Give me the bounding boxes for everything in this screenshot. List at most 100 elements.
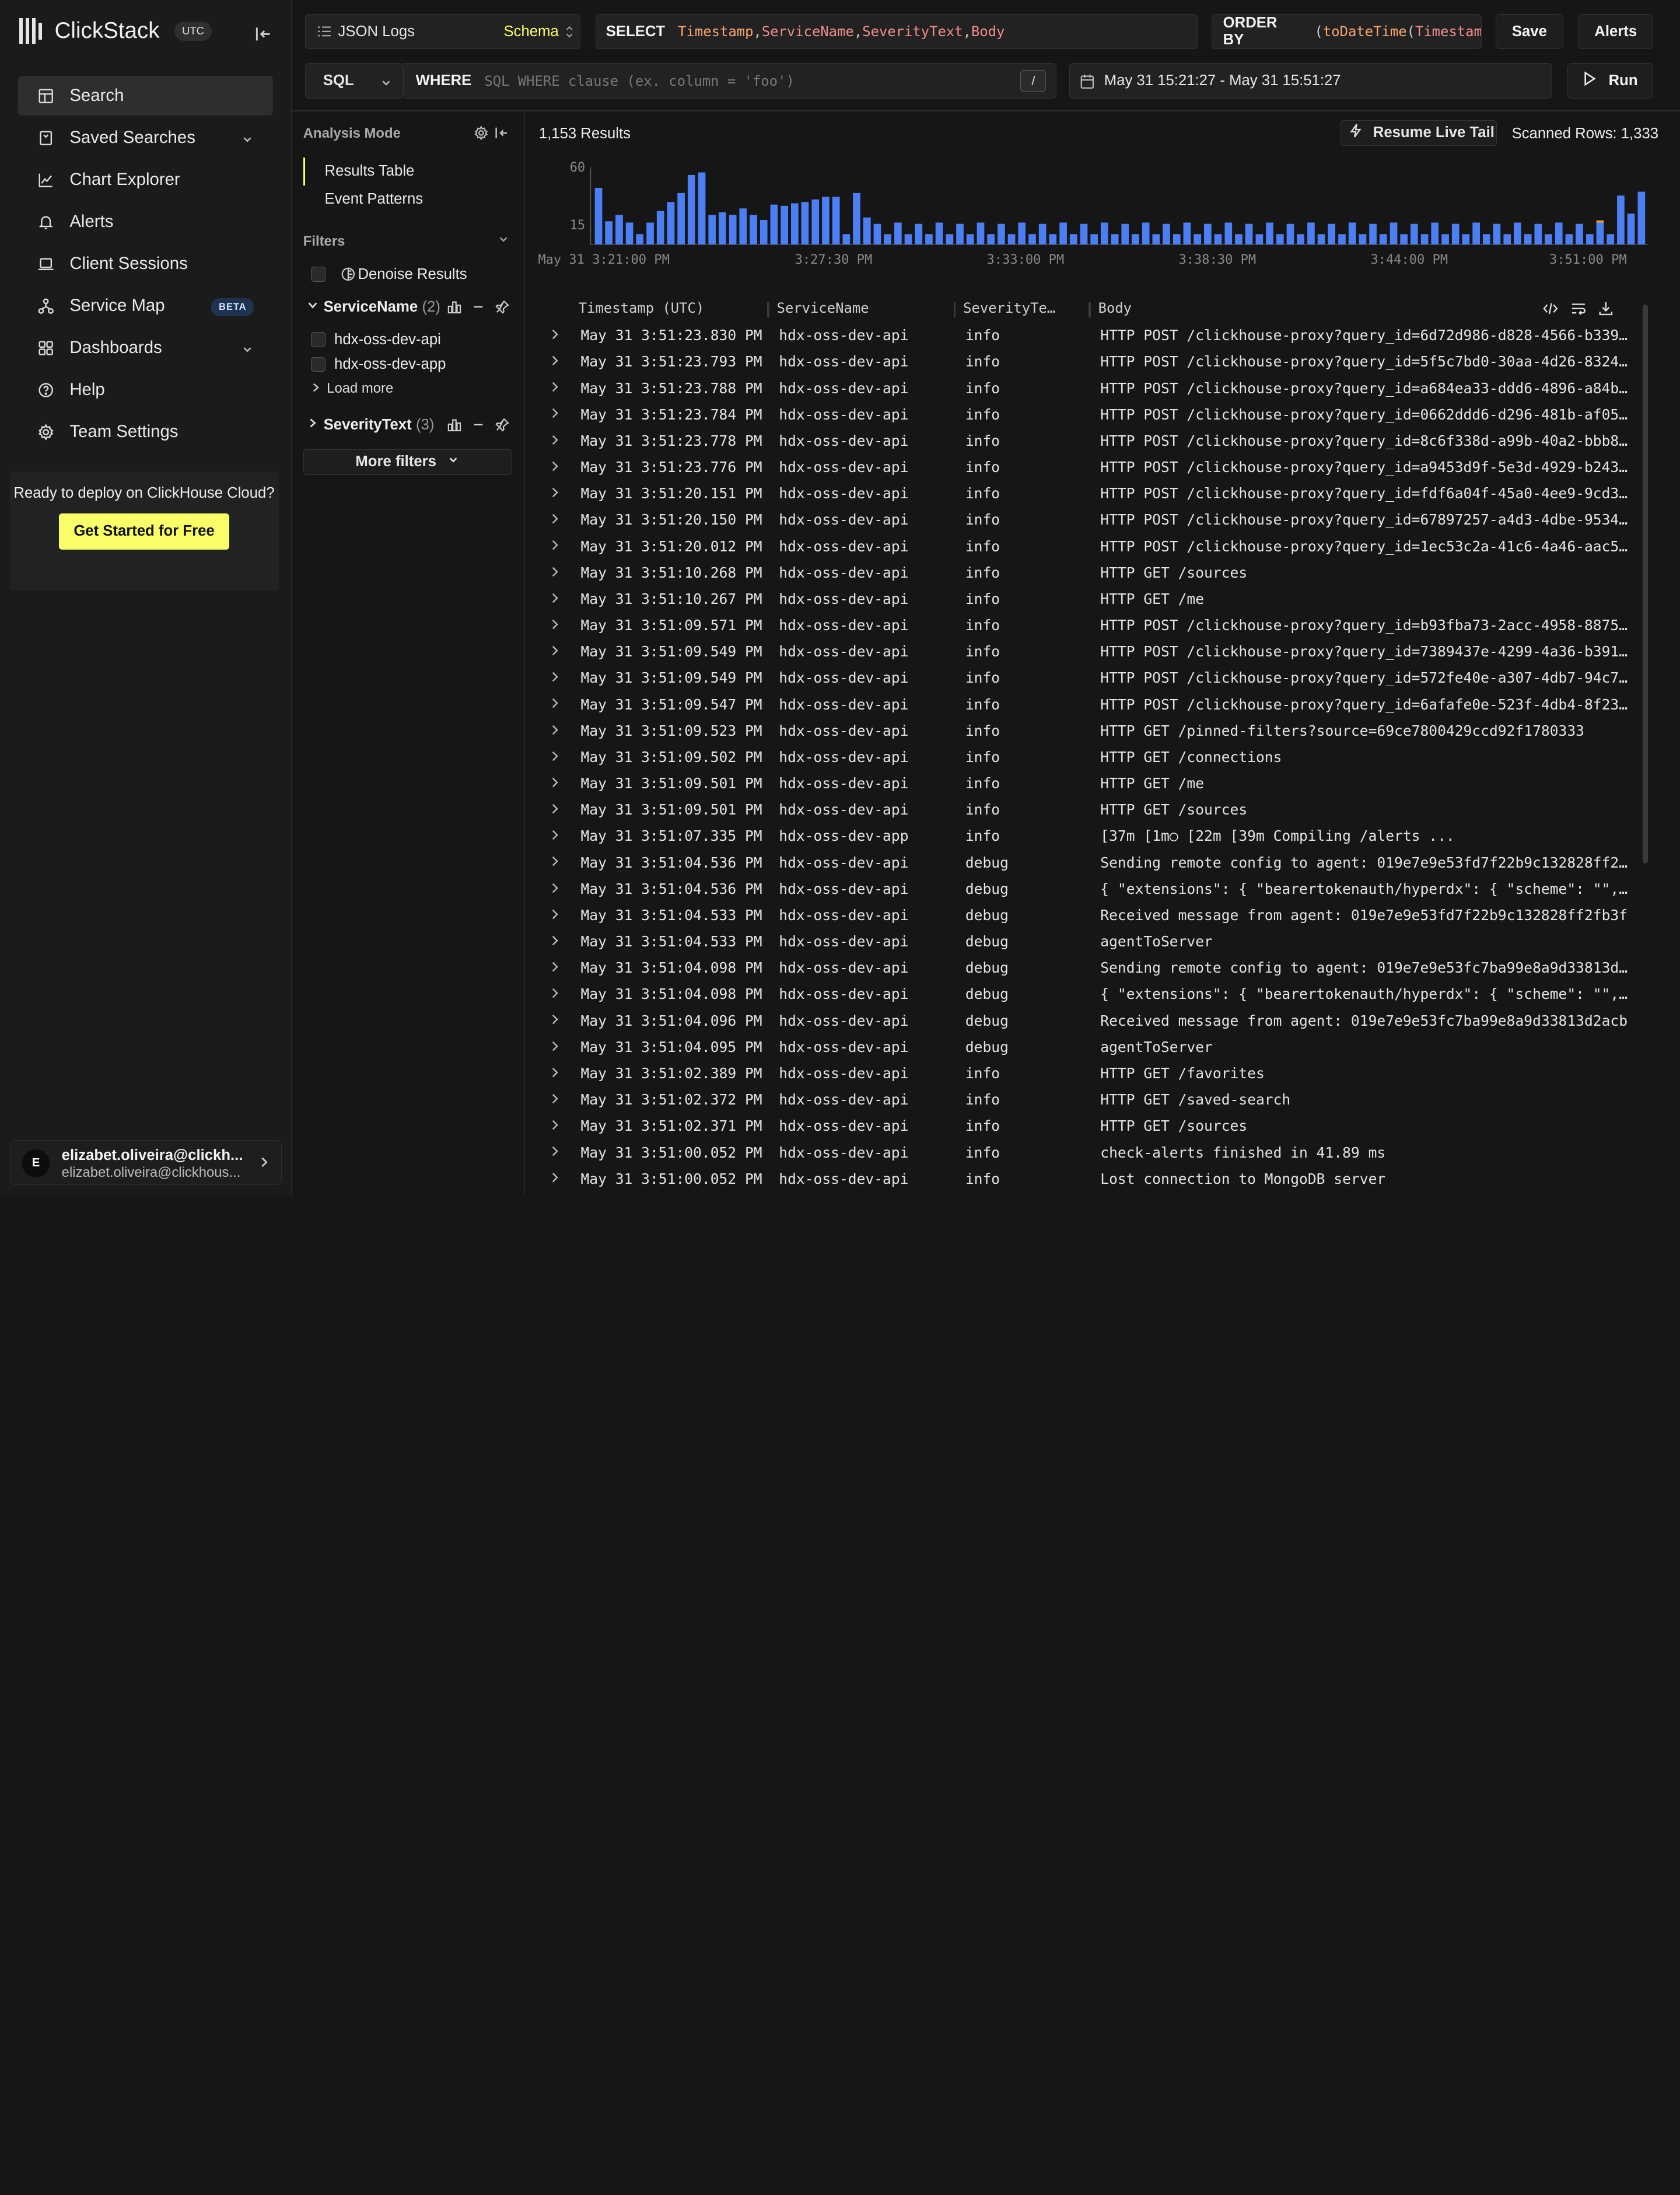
histogram-bar[interactable]: [1018, 222, 1026, 244]
histogram-bar[interactable]: [977, 222, 984, 244]
histogram-bar[interactable]: [1399, 234, 1408, 244]
histogram-bar[interactable]: [1131, 234, 1139, 244]
histogram-bar[interactable]: [915, 223, 922, 244]
histogram-bar[interactable]: [677, 193, 685, 244]
histogram-bar[interactable]: [986, 234, 995, 244]
table-row[interactable]: May 31 3:51:23.788 PM hdx-oss-dev-api info…: [525, 376, 1639, 403]
table-row[interactable]: May 31 3:51:09.571 PM hdx-oss-dev-api info…: [525, 614, 1639, 640]
expand-row-icon[interactable]: [551, 880, 559, 897]
column-resize-handle[interactable]: [1088, 302, 1091, 317]
histogram-bar[interactable]: [729, 215, 737, 244]
histogram-bar[interactable]: [770, 204, 778, 244]
histogram-bar[interactable]: [1028, 234, 1036, 244]
table-row[interactable]: May 31 3:51:23.778 PM hdx-oss-dev-api info…: [525, 429, 1639, 455]
histogram-bar[interactable]: [894, 222, 902, 244]
table-row[interactable]: May 31 3:51:04.096 PM hdx-oss-dev-api debu…: [525, 1009, 1639, 1035]
expand-row-icon[interactable]: [551, 669, 559, 686]
save-button[interactable]: Save: [1496, 13, 1563, 50]
expand-row-icon[interactable]: [551, 432, 559, 449]
expand-row-icon[interactable]: [551, 827, 559, 844]
expand-row-icon[interactable]: [551, 327, 559, 344]
histogram-bar[interactable]: [1059, 222, 1067, 244]
user-menu[interactable]: E elizabet.oliveira@clickh... elizabet.o…: [9, 1140, 282, 1186]
histogram-bar[interactable]: [1431, 222, 1438, 244]
expand-row-icon[interactable]: [551, 511, 559, 528]
histogram-bar[interactable]: [1080, 223, 1088, 244]
expand-row-icon[interactable]: [551, 1170, 559, 1187]
histogram-bar[interactable]: [997, 223, 1005, 244]
histogram-bar[interactable]: [708, 215, 716, 244]
histogram-bar[interactable]: [594, 187, 603, 244]
settings-gear-icon[interactable]: [474, 125, 489, 145]
histogram-bar[interactable]: [1451, 223, 1460, 244]
distribution-chart-icon[interactable]: [447, 418, 461, 436]
table-row[interactable]: May 31 3:51:04.098 PM hdx-oss-dev-api debu…: [525, 956, 1639, 983]
histogram-bar[interactable]: [1069, 234, 1077, 244]
table-row[interactable]: May 31 3:51:02.372 PM hdx-oss-dev-api info…: [525, 1088, 1639, 1114]
histogram-bar[interactable]: [1513, 222, 1521, 244]
histogram-bar[interactable]: [1379, 234, 1387, 244]
histogram-bar[interactable]: [873, 223, 881, 244]
histogram-bar[interactable]: [1616, 195, 1625, 244]
histogram-bar[interactable]: [1359, 234, 1366, 244]
sidebar-item-chart-explorer[interactable]: Chart Explorer: [18, 160, 273, 200]
histogram-bar[interactable]: [1441, 234, 1449, 244]
where-input[interactable]: WHERE SQL WHERE clause (ex. column = 'fo…: [404, 63, 1056, 99]
code-icon[interactable]: [1543, 301, 1558, 320]
collapse-sidebar-icon[interactable]: [253, 23, 276, 45]
table-row[interactable]: May 31 3:51:20.151 PM hdx-oss-dev-api info…: [525, 482, 1639, 508]
expand-row-icon[interactable]: [551, 353, 559, 370]
results-scrollbar[interactable]: [1642, 304, 1648, 864]
run-button[interactable]: Run: [1567, 63, 1653, 99]
get-started-button[interactable]: Get Started for Free: [58, 513, 230, 550]
expand-row-icon[interactable]: [551, 775, 559, 792]
table-row[interactable]: May 31 3:51:09.502 PM hdx-oss-dev-api info…: [525, 745, 1639, 771]
schema-link[interactable]: Schema: [503, 23, 558, 40]
column-header-severity[interactable]: SeverityTe…: [963, 300, 1055, 316]
histogram-bar[interactable]: [604, 221, 612, 244]
histogram-bar[interactable]: [760, 219, 768, 244]
histogram-bar[interactable]: [956, 223, 964, 244]
expand-row-icon[interactable]: [551, 985, 559, 1002]
table-row[interactable]: May 31 3:51:20.012 PM hdx-oss-dev-api info…: [525, 534, 1639, 561]
histogram-bar[interactable]: [1368, 223, 1377, 244]
histogram-bar[interactable]: [1183, 222, 1191, 244]
sidebar-item-alerts[interactable]: Alerts: [18, 202, 273, 242]
table-row[interactable]: May 31 3:51:04.533 PM hdx-oss-dev-api debu…: [525, 930, 1639, 956]
histogram-bar[interactable]: [1090, 234, 1098, 244]
histogram-bar[interactable]: [780, 205, 788, 244]
histogram-bar[interactable]: [1555, 222, 1563, 244]
expand-row-icon[interactable]: [551, 1065, 559, 1082]
histogram-bar[interactable]: [1586, 234, 1594, 244]
histogram-bar[interactable]: [1390, 222, 1398, 244]
histogram-bar[interactable]: [1410, 223, 1418, 244]
column-header-body[interactable]: Body: [1098, 300, 1132, 316]
expand-row-icon[interactable]: [551, 801, 559, 818]
histogram-bar[interactable]: [1111, 234, 1119, 244]
table-row[interactable]: May 31 3:51:23.784 PM hdx-oss-dev-api info…: [525, 403, 1639, 429]
time-range-picker[interactable]: May 31 15:21:27 - May 31 15:51:27: [1069, 63, 1553, 99]
histogram-bar[interactable]: [1462, 234, 1469, 244]
histogram-bar[interactable]: [1007, 234, 1016, 244]
minus-icon[interactable]: [472, 300, 485, 318]
expand-row-icon[interactable]: [551, 1012, 559, 1029]
histogram-bar[interactable]: [790, 203, 799, 244]
sidebar-item-help[interactable]: Help: [18, 370, 273, 410]
expand-row-icon[interactable]: [551, 564, 559, 581]
sidebar-item-service-map[interactable]: Service Map BETA: [18, 286, 273, 326]
column-header-timestamp[interactable]: Timestamp (UTC): [579, 300, 704, 316]
histogram-bar[interactable]: [935, 222, 943, 244]
histogram-bar[interactable]: [832, 197, 840, 244]
expand-row-icon[interactable]: [551, 406, 559, 423]
histogram-bar[interactable]: [1296, 234, 1304, 244]
table-row[interactable]: May 31 3:51:09.549 PM hdx-oss-dev-api info…: [525, 640, 1639, 666]
histogram-bar[interactable]: [904, 234, 912, 244]
histogram-bar[interactable]: [946, 234, 953, 244]
histogram-bar[interactable]: [1194, 234, 1201, 244]
histogram-bar[interactable]: [1286, 223, 1294, 244]
histogram-bar[interactable]: [811, 199, 819, 244]
histogram-bar[interactable]: [1565, 234, 1573, 244]
wrap-text-icon[interactable]: [1571, 301, 1586, 320]
sidebar-item-team-settings[interactable]: Team Settings: [18, 412, 273, 452]
expand-row-icon[interactable]: [551, 643, 559, 660]
